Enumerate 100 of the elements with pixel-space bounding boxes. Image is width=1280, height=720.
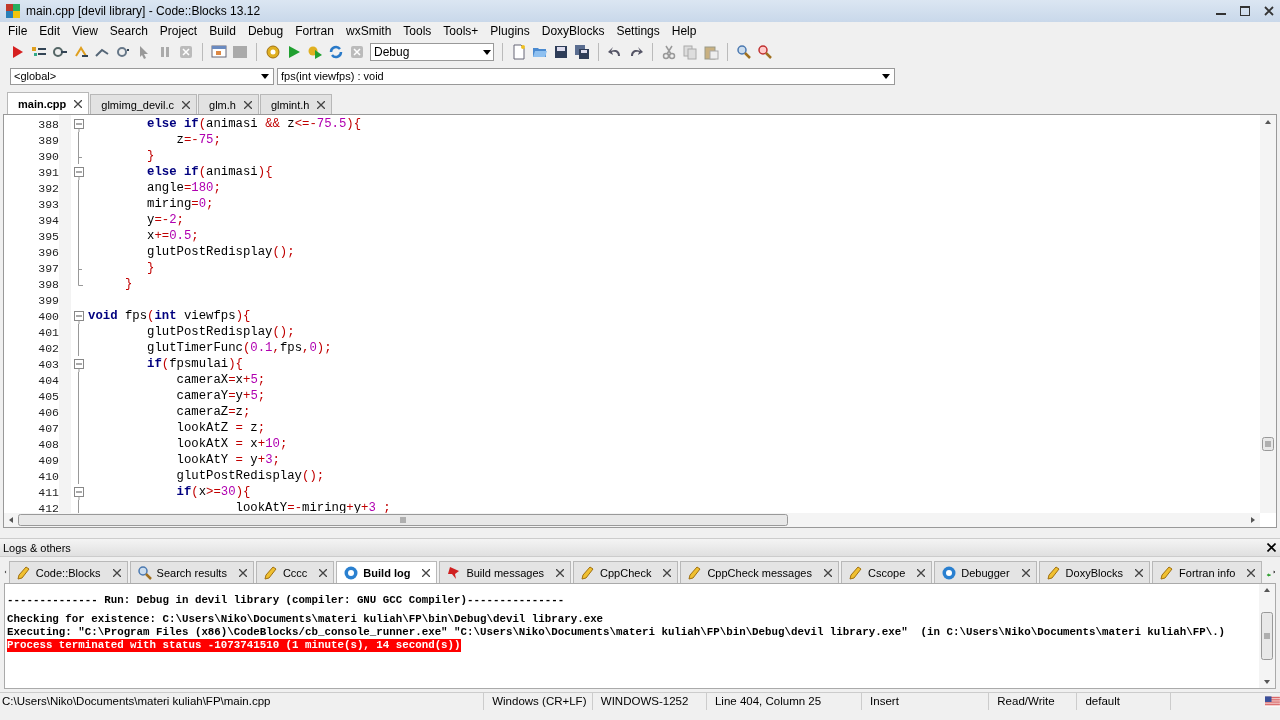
menu-item[interactable]: Plugins: [484, 24, 536, 38]
log-line: Checking for existence: C:\Users\Niko\Documents\materi kuliah\FP\bin\Debug\devil library.exe: [7, 613, 604, 626]
status-text: C:\Users\Niko\Documents\materi kuliah\FP\main.cpp: [0, 693, 485, 710]
log-tab[interactable]: Cccc: [255, 561, 335, 583]
build-target-dropdown[interactable]: Debug: [370, 43, 494, 61]
close-icon[interactable]: [74, 99, 83, 108]
line-number: 403: [37, 357, 59, 371]
dropdown-arrow-icon: [882, 73, 890, 79]
fold-minus-icon[interactable]: [73, 356, 84, 372]
menu-item[interactable]: Project: [153, 24, 204, 38]
file-tab[interactable]: glmimg_devil.c: [90, 94, 198, 114]
log-tab[interactable]: DoxyBlocks: [1038, 561, 1151, 583]
menu-item[interactable]: Search: [103, 24, 154, 38]
step-over-icon[interactable]: [115, 44, 131, 60]
window-icon[interactable]: [211, 44, 227, 60]
status-text: Insert: [862, 693, 990, 710]
menu-item[interactable]: File: [2, 24, 34, 38]
error-message: Process terminated with status -1073741510 (1 minute(s), 14 second(s)): [7, 639, 461, 652]
close-icon[interactable]: [1267, 543, 1276, 552]
scope-dropdown[interactable]: <global>: [10, 67, 274, 85]
log-tab[interactable]: Search results: [129, 561, 254, 583]
gear-icon[interactable]: [265, 44, 281, 60]
close-icon[interactable]: [238, 568, 247, 577]
step-into-icon[interactable]: [52, 44, 68, 60]
log-tab[interactable]: Cscope: [841, 561, 933, 583]
function-dropdown[interactable]: fps(int viewfps) : void: [277, 67, 895, 85]
log-header-line: -------------- Run: Debug in devil library (compiler: GNU GCC Compiler)---------------: [7, 594, 565, 607]
menu-item[interactable]: Fortran: [289, 24, 340, 38]
file-tab[interactable]: glm.h: [198, 94, 259, 114]
pencil-icon: [1045, 564, 1062, 581]
play-icon[interactable]: [286, 44, 302, 60]
log-line: Executing: "C:\Program Files (x86)\CodeBlocks/cb_console_runner.exe" "C:\Users\Niko\Documents\materi kuliah\FP\bin\Debug\devil library.exe" (in C:\Users\Niko\Documents\materi kuliah\FP\.): [7, 626, 1226, 639]
fold-minus-icon[interactable]: [73, 116, 84, 132]
step-out-icon[interactable]: [73, 44, 89, 60]
replace-icon[interactable]: [757, 44, 773, 60]
scrollbar-thumb[interactable]: [18, 514, 788, 526]
fold-minus-icon[interactable]: [73, 308, 84, 324]
maximize-icon[interactable]: [1240, 6, 1250, 16]
menu-item[interactable]: Help: [665, 24, 703, 38]
log-tab[interactable]: CppCheck messages: [680, 561, 839, 583]
menu-item[interactable]: Settings: [610, 24, 666, 38]
close-icon[interactable]: [317, 100, 326, 109]
line-number: 408: [37, 437, 59, 451]
search-icon[interactable]: [736, 44, 752, 60]
close-icon[interactable]: [1021, 568, 1030, 577]
close-icon[interactable]: [243, 100, 252, 109]
close-icon[interactable]: [422, 568, 431, 577]
line-number: 396: [37, 245, 59, 259]
scrollbar-thumb[interactable]: [1261, 612, 1273, 660]
close-icon[interactable]: [824, 568, 832, 577]
menu-item[interactable]: Build: [203, 24, 242, 38]
close-icon[interactable]: [917, 568, 926, 577]
menu-item[interactable]: Tools: [397, 24, 438, 38]
close-icon[interactable]: [1135, 568, 1144, 577]
menu-item[interactable]: Debug: [241, 24, 290, 38]
save-all-icon[interactable]: [574, 44, 590, 60]
dropdown-arrow-icon: [483, 49, 491, 55]
log-tab[interactable]: Build log: [336, 561, 438, 583]
code-line: void fps(int viewfps){: [87, 309, 251, 323]
pencil-icon: [848, 564, 864, 581]
log-tab[interactable]: Fortran info: [1152, 561, 1263, 583]
menu-item[interactable]: wxSmith: [339, 24, 398, 38]
save-icon[interactable]: [553, 44, 569, 60]
fold-minus-icon[interactable]: [73, 484, 84, 500]
line-number: 407: [37, 421, 59, 435]
panel-title: Logs & others: [3, 541, 71, 554]
close-icon[interactable]: [556, 568, 565, 577]
code-line: glutPostRedisplay();: [146, 245, 295, 259]
code-line: }: [146, 149, 155, 163]
refresh-icon[interactable]: [328, 44, 344, 60]
pencil-icon: [262, 564, 279, 581]
menu-item[interactable]: DoxyBlocks: [535, 24, 611, 38]
build-run-icon[interactable]: [307, 44, 323, 60]
menu-item[interactable]: View: [66, 24, 104, 38]
close-icon[interactable]: [1247, 568, 1256, 577]
close-icon[interactable]: [182, 100, 191, 109]
file-tab[interactable]: main.cpp: [7, 92, 90, 114]
close-icon[interactable]: [112, 568, 121, 577]
status-text: Line 404, Column 25: [706, 693, 863, 710]
flag-icon: [1265, 696, 1280, 707]
code-line: cameraZ=z;: [175, 405, 251, 419]
line-number: 398: [37, 277, 59, 291]
menu-item[interactable]: Tools+: [437, 24, 485, 38]
close-icon[interactable]: [1264, 6, 1274, 16]
close-icon[interactable]: [663, 568, 672, 577]
log-tab[interactable]: Build messages: [439, 561, 572, 583]
line-number: 410: [37, 469, 59, 483]
line-number: 412: [37, 501, 59, 513]
log-tab[interactable]: Code::Blocks: [8, 561, 128, 583]
close-icon[interactable]: [319, 568, 328, 577]
status-text: default: [1077, 693, 1172, 710]
code-line: lookAtX = x+10;: [175, 437, 288, 451]
fold-minus-icon[interactable]: [73, 164, 84, 180]
scrollbar-thumb[interactable]: [1262, 437, 1274, 451]
code-line: glutPostRedisplay();: [175, 469, 325, 483]
file-tab[interactable]: glmint.h: [259, 94, 333, 114]
log-tab[interactable]: CppCheck: [573, 561, 679, 583]
menu-item[interactable]: Edit: [33, 24, 67, 38]
log-tab[interactable]: Debugger: [934, 561, 1037, 583]
line-number: 409: [37, 453, 59, 467]
